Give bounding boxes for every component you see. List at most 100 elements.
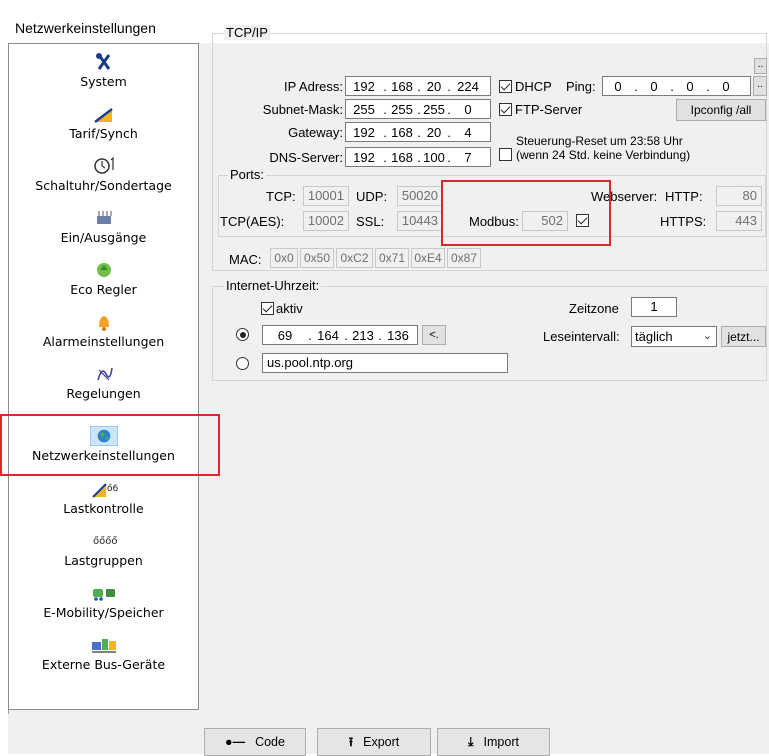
ports-legend: Ports: bbox=[228, 167, 266, 182]
https-label: HTTPS: bbox=[660, 214, 707, 229]
svg-text:ő6: ő6 bbox=[107, 484, 118, 494]
reset-label-line1: Steuerung-Reset um 23:58 Uhr bbox=[516, 134, 683, 148]
sidebar-item-label: Schaltuhr/Sondertage bbox=[35, 178, 172, 193]
load-control-icon: ő6 bbox=[91, 483, 118, 498]
zeitzone-input[interactable]: 1 bbox=[631, 297, 677, 317]
ntp-server-radio[interactable] bbox=[236, 357, 249, 370]
sidebar-item-eco[interactable]: Eco Regler bbox=[9, 260, 198, 297]
sidebar-item-tarif[interactable]: Tarif/Synch bbox=[9, 104, 198, 141]
import-button[interactable]: ⤓ Import bbox=[437, 728, 550, 756]
modbus-port-field[interactable]: 502 bbox=[522, 211, 568, 231]
ssl-label: SSL: bbox=[356, 214, 385, 229]
control-icon bbox=[96, 367, 113, 381]
internet-time-legend: Internet-Uhrzeit: bbox=[224, 278, 322, 293]
ip-address-input[interactable]: 192. 168. 20. 224 bbox=[345, 76, 491, 96]
tcp-port-field[interactable]: 10001 bbox=[303, 186, 349, 206]
ssl-port-field[interactable]: 10443 bbox=[397, 211, 443, 231]
mac-byte-4[interactable]: 0x71 bbox=[375, 248, 409, 268]
sidebar: System Tarif/Synch Schaltuhr/Sondertage … bbox=[8, 43, 199, 710]
sidebar-item-label: Lastgruppen bbox=[64, 553, 143, 568]
sidebar-item-label: E-Mobility/Speicher bbox=[43, 605, 164, 620]
ping-label: Ping: bbox=[566, 79, 596, 94]
sidebar-item-netzwerk[interactable]: Netzwerkeinstellungen bbox=[9, 426, 198, 463]
leseintervall-select[interactable]: täglich ⌄ bbox=[631, 326, 717, 347]
leseintervall-label: Leseintervall: bbox=[543, 329, 620, 344]
sidebar-item-emobility[interactable]: E-Mobility/Speicher bbox=[9, 583, 198, 620]
export-button[interactable]: ⭱ Export bbox=[317, 728, 431, 756]
bus-devices-icon bbox=[91, 639, 116, 653]
sidebar-item-label: System bbox=[80, 74, 127, 89]
ping-extra-button[interactable]: .. bbox=[754, 58, 767, 74]
tools-icon bbox=[95, 53, 110, 70]
chevron-down-icon: ⌄ bbox=[702, 330, 712, 342]
dhcp-label: DHCP bbox=[515, 79, 552, 94]
ping-input[interactable]: 0. 0. 0. 0 bbox=[602, 76, 751, 96]
mac-label: MAC: bbox=[229, 252, 262, 267]
mac-byte-5[interactable]: 0xE4 bbox=[411, 248, 445, 268]
sidebar-item-label: Eco Regler bbox=[70, 282, 137, 297]
dhcp-checkbox[interactable] bbox=[499, 80, 512, 93]
reset-label-line2: (wenn 24 Std. keine Verbindung) bbox=[516, 148, 691, 162]
tariff-icon bbox=[93, 108, 113, 123]
mac-byte-6[interactable]: 0x87 bbox=[447, 248, 481, 268]
subnet-label: Subnet-Mask: bbox=[262, 102, 343, 117]
sidebar-item-lastgruppen[interactable]: őőőő Lastgruppen bbox=[9, 531, 198, 568]
aktiv-label: aktiv bbox=[276, 301, 303, 316]
sidebar-item-label: Netzwerkeinstellungen bbox=[32, 448, 175, 463]
http-label: HTTP: bbox=[665, 189, 703, 204]
jetzt-button[interactable]: jetzt... bbox=[721, 326, 766, 347]
ntp-ip-input[interactable]: 69. 164. 213. 136 bbox=[262, 325, 418, 345]
mac-byte-1[interactable]: 0x0 bbox=[270, 248, 298, 268]
sidebar-item-regelungen[interactable]: Regelungen bbox=[9, 364, 198, 401]
dns-server-input[interactable]: 192. 168. 100. 7 bbox=[345, 147, 491, 167]
tcp-label: TCP: bbox=[266, 189, 296, 204]
ftp-label: FTP-Server bbox=[515, 102, 583, 117]
modbus-label: Modbus: bbox=[469, 214, 519, 229]
sidebar-item-io[interactable]: Ein/Ausgänge bbox=[9, 208, 198, 245]
udp-port-field[interactable]: 50020 bbox=[397, 186, 443, 206]
mac-byte-3[interactable]: 0xC2 bbox=[336, 248, 373, 268]
ip-label: IP Adress: bbox=[283, 79, 343, 94]
load-groups-icon: őőőő bbox=[93, 535, 117, 547]
sidebar-item-lastkontrolle[interactable]: ő6 Lastkontrolle bbox=[9, 479, 198, 516]
ping-button[interactable]: .. bbox=[753, 76, 767, 96]
http-port-field[interactable]: 80 bbox=[716, 186, 762, 206]
sidebar-item-label: Tarif/Synch bbox=[69, 126, 138, 141]
ipconfig-button[interactable]: Ipconfig /all bbox=[676, 99, 766, 121]
sidebar-item-label: Regelungen bbox=[66, 386, 141, 401]
udp-label: UDP: bbox=[356, 189, 388, 204]
ntp-ip-button[interactable]: <. bbox=[422, 325, 446, 345]
io-icon bbox=[96, 211, 111, 224]
eco-recycle-icon bbox=[96, 263, 111, 277]
sidebar-item-system[interactable]: System bbox=[9, 52, 198, 89]
ntp-ip-radio[interactable] bbox=[236, 328, 249, 341]
gateway-input[interactable]: 192. 168. 20. 4 bbox=[345, 122, 491, 142]
sidebar-item-label: Alarmeinstellungen bbox=[42, 334, 165, 349]
sidebar-item-schaltuhr[interactable]: Schaltuhr/Sondertage bbox=[9, 156, 198, 193]
aktiv-checkbox[interactable] bbox=[261, 302, 274, 315]
sidebar-item-bus[interactable]: Externe Bus-Geräte bbox=[9, 635, 198, 672]
key-icon: ●— bbox=[225, 735, 246, 749]
sidebar-item-label: Externe Bus-Geräte bbox=[41, 657, 166, 672]
dns-label: DNS-Server: bbox=[269, 150, 343, 165]
upload-icon: ⭱ bbox=[348, 735, 354, 749]
code-button[interactable]: ●— Code bbox=[204, 728, 306, 756]
zeitzone-label: Zeitzone bbox=[569, 301, 619, 316]
globe-icon bbox=[89, 426, 118, 446]
tcpip-legend: TCP/IP bbox=[224, 25, 270, 40]
window-title: Netzwerkeinstellungen bbox=[15, 20, 156, 36]
sidebar-item-label: Lastkontrolle bbox=[63, 501, 144, 516]
alarm-bell-icon bbox=[98, 316, 109, 331]
sidebar-item-alarm[interactable]: Alarmeinstellungen bbox=[9, 312, 198, 349]
subnet-mask-input[interactable]: 255. 255. 255. 0 bbox=[345, 99, 491, 119]
https-port-field[interactable]: 443 bbox=[716, 211, 762, 231]
reset-checkbox[interactable] bbox=[499, 148, 512, 161]
webserver-label: Webserver: bbox=[591, 189, 658, 204]
tcpaes-port-field[interactable]: 10002 bbox=[303, 211, 349, 231]
ftp-checkbox[interactable] bbox=[499, 103, 512, 116]
timer-icon bbox=[93, 156, 114, 174]
download-icon: ⤓ bbox=[468, 735, 474, 749]
mac-byte-2[interactable]: 0x50 bbox=[300, 248, 334, 268]
modbus-checkbox[interactable] bbox=[576, 214, 589, 227]
ntp-server-input[interactable]: us.pool.ntp.org bbox=[262, 353, 508, 373]
